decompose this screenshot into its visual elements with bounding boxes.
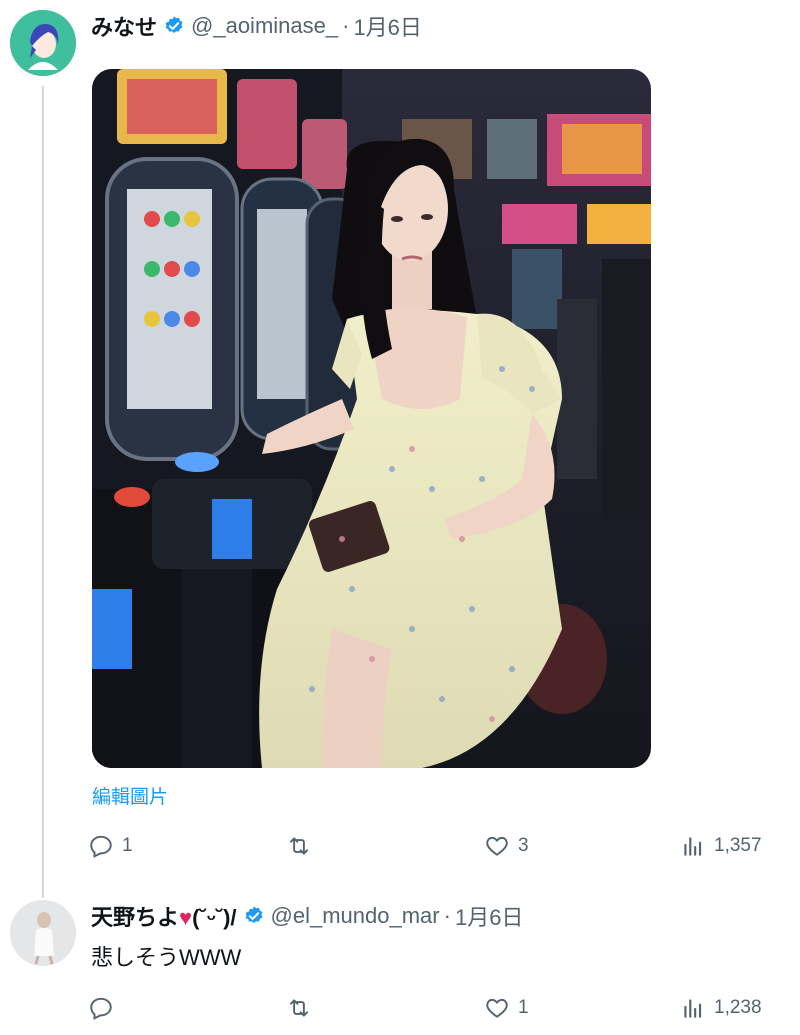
like-button[interactable]: 3 (484, 826, 529, 866)
bar-chart-icon (684, 837, 702, 856)
reply-user-handle[interactable]: @el_mundo_mar (271, 903, 440, 929)
separator-dot: · (342, 13, 350, 38)
like-count: 1 (518, 997, 529, 1018)
user-handle[interactable]: @_aoiminase_ (191, 13, 338, 39)
reply-avatar[interactable] (10, 900, 76, 966)
thread-connector-line (42, 86, 44, 898)
reply-name-suffix: (˘ᵕ˘)/ (192, 905, 237, 930)
view-count: 1,357 (714, 835, 762, 856)
separator-dot: · (443, 903, 451, 928)
retweet-button[interactable] (286, 988, 320, 1028)
tweet-header: みなせ @_aoiminase_ · 1月6日 (91, 10, 422, 42)
reply-bubble-icon (90, 997, 112, 1020)
reply-body-text: 悲しそうWWW (91, 945, 242, 970)
avatar-photo (10, 900, 76, 966)
view-count: 1,238 (714, 997, 762, 1018)
reply-count: 1 (122, 835, 133, 856)
reply-display-name[interactable]: 天野ちよ♥(˘ᵕ˘)/ (91, 900, 237, 932)
tweet-actions-bar: 1 3 1,357 (88, 826, 778, 866)
like-count: 3 (518, 835, 529, 856)
reply-date[interactable]: 1月6日 (455, 900, 523, 932)
reply-button[interactable]: 1 (88, 826, 133, 866)
views-button[interactable]: 1,357 (680, 826, 762, 866)
verified-badge-icon (165, 16, 183, 34)
red-heart-icon: ♥ (179, 905, 193, 930)
edit-image-link[interactable]: 編輯圖片 (92, 782, 168, 809)
retweet-icon (289, 999, 309, 1017)
bar-chart-icon (684, 999, 702, 1018)
heart-icon (486, 836, 508, 856)
avatar[interactable] (10, 10, 76, 76)
tweet-media-image[interactable] (92, 69, 651, 768)
retweet-button[interactable] (286, 826, 320, 866)
reply-actions-bar: 1 1,238 (88, 988, 778, 1028)
casino-photo (92, 69, 651, 768)
heart-icon (486, 998, 508, 1018)
reply-button[interactable] (88, 988, 122, 1028)
views-button[interactable]: 1,238 (680, 988, 762, 1028)
verified-badge-icon (245, 906, 262, 924)
reply-name-text: 天野ちよ (91, 905, 180, 930)
display-name[interactable]: みなせ (91, 10, 157, 42)
reply-header: 天野ちよ♥(˘ᵕ˘)/ @el_mundo_mar · 1月6日 (91, 900, 523, 932)
like-button[interactable]: 1 (484, 988, 529, 1028)
tweet-date[interactable]: 1月6日 (353, 10, 421, 42)
avatar-illustration (10, 10, 76, 76)
retweet-icon (289, 837, 309, 855)
reply-bubble-icon (90, 835, 112, 858)
